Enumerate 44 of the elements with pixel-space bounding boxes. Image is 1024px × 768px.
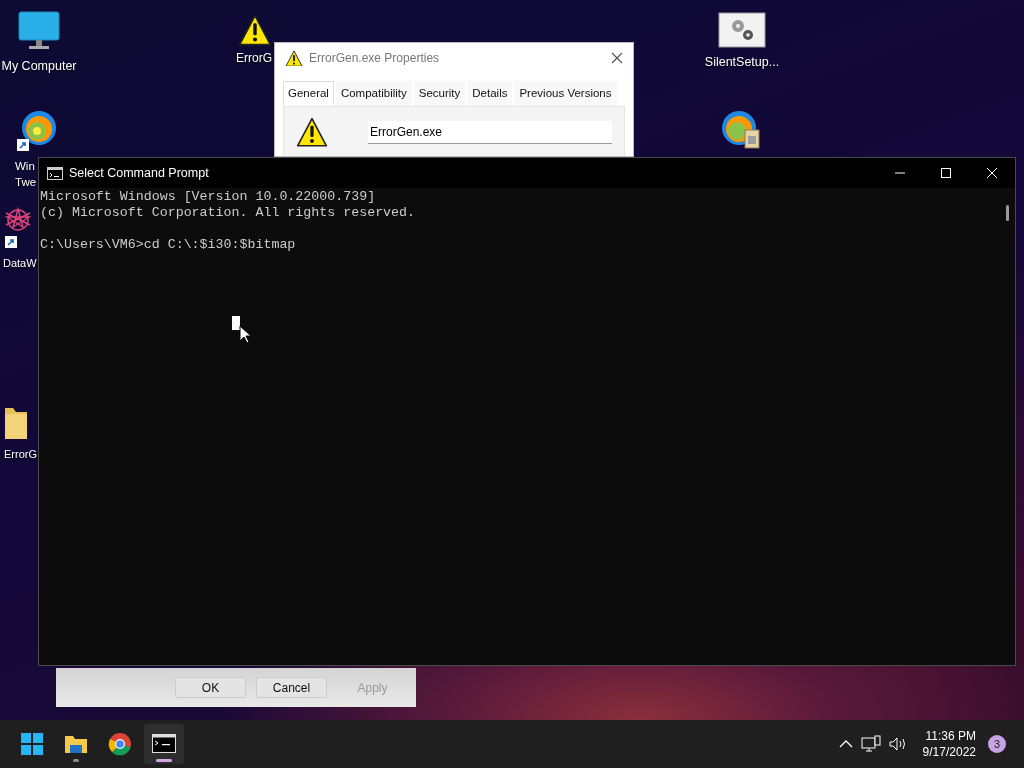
icon-label: Twe — [15, 175, 37, 190]
tab[interactable]: Compatibility — [335, 81, 412, 107]
running-indicator — [156, 759, 172, 762]
clock[interactable]: 11:36 PM 9/17/2022 — [916, 728, 980, 760]
icon-label: My Computer — [1, 58, 77, 74]
window-title: Select Command Prompt — [69, 164, 209, 182]
monitor-icon[interactable] — [17, 10, 61, 52]
notification-badge[interactable]: 3 — [988, 735, 1006, 753]
tab[interactable]: General — [283, 81, 334, 107]
chrome-icon — [108, 732, 132, 756]
chevron-up-icon[interactable] — [838, 739, 853, 749]
tab[interactable]: Details — [467, 81, 513, 107]
scrollbar-thumb[interactable] — [1006, 205, 1009, 221]
tab[interactable]: Security — [413, 81, 466, 107]
pointer-icon — [239, 325, 252, 344]
close-icon — [611, 52, 623, 64]
gear-icon[interactable] — [718, 12, 766, 48]
start-icon — [20, 732, 44, 756]
icon-label: ErrorG — [4, 447, 37, 462]
warning-icon[interactable] — [238, 14, 272, 46]
text-cursor — [232, 316, 240, 330]
icon-label: DataW — [3, 256, 37, 271]
warning-icon — [285, 50, 303, 66]
console-icon — [152, 732, 176, 756]
warning-icon — [296, 117, 328, 150]
console-text: C:\Users\VM6>cd C:\:$i30:$bitmap — [40, 237, 297, 253]
file-name-field[interactable]: ErrorGen.exe — [368, 121, 612, 145]
window-title: ErrorGen.exe Properties — [309, 50, 440, 67]
maximize-icon — [940, 167, 952, 179]
icon-label: Win — [15, 159, 35, 174]
icon-label: SilentSetup... — [704, 54, 780, 70]
star-icon[interactable] — [3, 205, 33, 249]
icon-label: ErrorG — [236, 50, 272, 66]
taskbar-button[interactable] — [144, 724, 184, 764]
network-icon[interactable] — [860, 735, 881, 753]
dialog-button[interactable]: OK — [175, 677, 246, 698]
running-indicator — [73, 759, 79, 762]
dialog-button[interactable]: Cancel — [256, 677, 327, 698]
console-text: (c) Microsoft Corporation. All rights reserved. — [40, 205, 417, 221]
console-icon — [47, 166, 63, 180]
console-text: Microsoft Windows [Version 10.0.22000.739] — [40, 189, 377, 205]
tab[interactable]: Previous Versions — [514, 81, 617, 107]
close-icon — [986, 167, 998, 179]
close-button[interactable] — [611, 52, 623, 64]
